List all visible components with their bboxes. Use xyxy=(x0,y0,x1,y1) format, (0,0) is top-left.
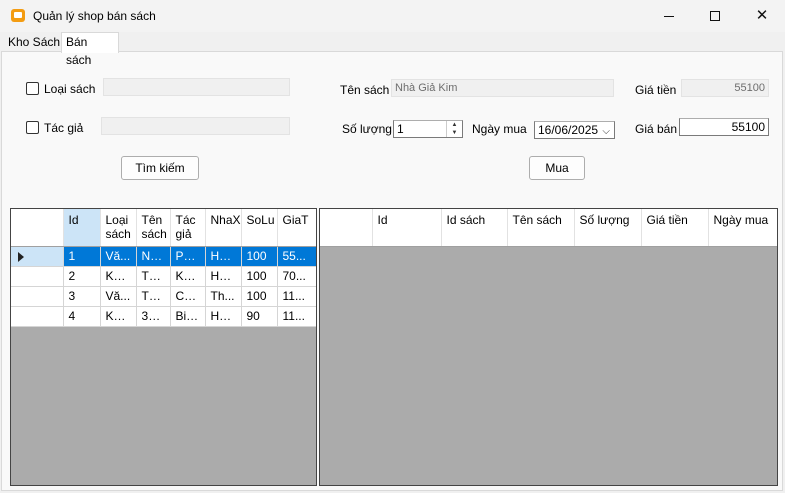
cell[interactable]: 3 xyxy=(63,286,101,307)
book-name-input[interactable]: Nhà Giả Kim xyxy=(391,79,614,97)
column-header-ten-sach[interactable]: Tên sách xyxy=(136,209,171,247)
sales-table: Id Id sách Tên sách Số lượng Giá tiền Ng… xyxy=(320,209,777,247)
author-input[interactable] xyxy=(101,117,290,135)
row-header[interactable] xyxy=(11,306,64,327)
cell[interactable]: 4 xyxy=(63,306,101,327)
category-input[interactable] xyxy=(103,78,290,96)
chevron-down-icon[interactable]: ⌵ xyxy=(602,124,610,138)
author-label: Tác giả xyxy=(44,121,84,135)
cell[interactable]: Nh... xyxy=(136,246,171,267)
cell[interactable]: Vă... xyxy=(100,286,137,307)
table-row[interactable]: 2 Kỹ ... Tâ... Kh... Hà ... 100 70... xyxy=(11,266,316,287)
minimize-button[interactable] xyxy=(646,0,692,32)
sell-price-label: Giá bán xyxy=(635,122,678,136)
cell[interactable]: Kh... xyxy=(170,266,206,287)
date-label: Ngày mua xyxy=(472,122,527,136)
spin-up-icon[interactable]: ▲ xyxy=(447,121,462,129)
quantity-value: 1 xyxy=(397,122,404,136)
cell[interactable]: 11... xyxy=(277,286,316,307)
column-header-gia-tien[interactable]: Giá tiền xyxy=(641,209,709,247)
cell[interactable]: 70... xyxy=(277,266,316,287)
cell[interactable]: Pa... xyxy=(170,246,206,267)
tab-strip: Kho Sách Bán sách xyxy=(0,32,785,67)
cell[interactable]: Tâ... xyxy=(136,266,171,287)
search-button[interactable]: Tìm kiếm xyxy=(121,156,199,180)
cell[interactable]: Hà ... xyxy=(205,246,242,267)
quantity-label: Số lượng xyxy=(342,122,392,136)
table-row[interactable]: 3 Vă... Thi... Ca... Th... 100 11... xyxy=(11,286,316,307)
close-button[interactable]: ✕ xyxy=(739,0,785,32)
tab-kho-sach[interactable]: Kho Sách xyxy=(4,34,64,52)
category-label: Loại sách xyxy=(44,82,96,96)
column-header-id-sach[interactable]: Id sách xyxy=(441,209,508,247)
cell[interactable]: 38 ... xyxy=(136,306,171,327)
author-checkbox[interactable] xyxy=(26,121,39,134)
buy-button[interactable]: Mua xyxy=(529,156,585,180)
cell[interactable]: Ca... xyxy=(170,286,206,307)
sales-header-row: Id Id sách Tên sách Số lượng Giá tiền Ng… xyxy=(320,209,777,247)
cell[interactable]: Biz... xyxy=(170,306,206,327)
cell[interactable]: Vă... xyxy=(100,246,137,267)
cell[interactable]: 11... xyxy=(277,306,316,327)
cell[interactable]: 55... xyxy=(277,246,316,267)
column-header-ngay-mua[interactable]: Ngày mua xyxy=(708,209,777,247)
books-header-row: Id Loại sách Tên sách Tác giả NhaX SoLu … xyxy=(11,209,316,247)
row-header-corner xyxy=(320,209,373,247)
books-table: Id Loại sách Tên sách Tác giả NhaX SoLu … xyxy=(11,209,316,327)
cell[interactable]: Hồ... xyxy=(205,306,242,327)
category-checkbox[interactable] xyxy=(26,82,39,95)
row-header[interactable] xyxy=(11,266,64,287)
maximize-button[interactable] xyxy=(692,0,738,32)
column-header-loai-sach[interactable]: Loại sách xyxy=(100,209,137,247)
tab-page-ban-sach: Loại sách Tác giả Tìm kiếm Tên sách Nhà … xyxy=(1,51,783,491)
sell-price-input[interactable]: 55100 xyxy=(679,118,769,136)
column-header-id[interactable]: Id xyxy=(372,209,442,247)
spin-arrows[interactable]: ▲ ▼ xyxy=(446,121,462,137)
cell[interactable]: 2 xyxy=(63,266,101,287)
books-grid[interactable]: Id Loại sách Tên sách Tác giả NhaX SoLu … xyxy=(10,208,317,486)
price-label: Giá tiền xyxy=(635,83,677,97)
spin-down-icon[interactable]: ▼ xyxy=(447,129,462,137)
cell[interactable]: 100 xyxy=(241,266,278,287)
date-value: 16/06/2025 xyxy=(538,123,599,137)
minimize-icon xyxy=(664,16,674,17)
cell[interactable]: 90 xyxy=(241,306,278,327)
column-header-giatien[interactable]: GiaT xyxy=(277,209,316,247)
column-header-nhaxb[interactable]: NhaX xyxy=(205,209,242,247)
maximize-icon xyxy=(710,11,720,21)
book-icon xyxy=(11,9,25,22)
price-input[interactable]: 55100 xyxy=(681,79,769,97)
cell[interactable]: Hà ... xyxy=(205,266,242,287)
quantity-stepper[interactable]: 1 ▲ ▼ xyxy=(393,120,463,138)
column-header-ten-sach[interactable]: Tên sách xyxy=(507,209,575,247)
cell[interactable]: Thi... xyxy=(136,286,171,307)
cell[interactable]: 100 xyxy=(241,246,278,267)
window-title: Quản lý shop bán sách xyxy=(33,9,156,23)
cell[interactable]: 1 xyxy=(63,246,101,267)
book-name-label: Tên sách xyxy=(340,83,390,97)
current-row-icon xyxy=(18,251,24,262)
sales-grid[interactable]: Id Id sách Tên sách Số lượng Giá tiền Ng… xyxy=(319,208,778,486)
table-row[interactable]: 1 Vă... Nh... Pa... Hà ... 100 55... xyxy=(11,246,316,267)
cell[interactable]: Th... xyxy=(205,286,242,307)
column-header-tac-gia[interactable]: Tác giả xyxy=(170,209,206,247)
row-header[interactable] xyxy=(11,246,64,267)
title-bar: Quản lý shop bán sách ✕ xyxy=(0,0,785,32)
column-header-soluong[interactable]: SoLu xyxy=(241,209,278,247)
row-header-corner xyxy=(11,209,64,247)
table-row[interactable]: 4 Kỹ ... 38 ... Biz... Hồ... 90 11... xyxy=(11,306,316,327)
cell[interactable]: 100 xyxy=(241,286,278,307)
column-header-so-luong[interactable]: Số lượng xyxy=(574,209,642,247)
cell[interactable]: Kỹ ... xyxy=(100,266,137,287)
cell[interactable]: Kỹ ... xyxy=(100,306,137,327)
column-header-id[interactable]: Id xyxy=(63,209,101,247)
close-icon: ✕ xyxy=(755,7,769,24)
purchase-date-picker[interactable]: 16/06/2025 ⌵ xyxy=(534,121,615,139)
tab-ban-sach[interactable]: Bán sách xyxy=(61,32,119,67)
row-header[interactable] xyxy=(11,286,64,307)
